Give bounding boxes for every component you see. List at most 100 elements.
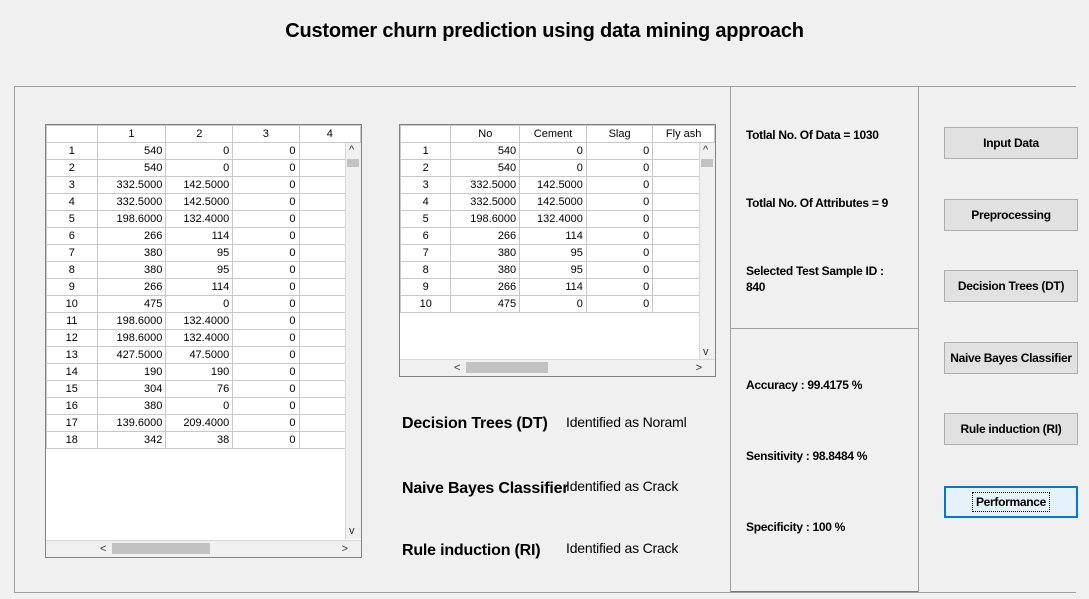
column-header[interactable]: 4: [298, 125, 361, 143]
column-header[interactable]: Cement: [519, 125, 587, 143]
table-cell[interactable]: 0: [232, 278, 300, 296]
row-header[interactable]: 18: [46, 431, 98, 449]
scroll-up-icon[interactable]: ^: [349, 144, 354, 156]
row-header[interactable]: 9: [46, 278, 98, 296]
row-header[interactable]: 9: [400, 278, 452, 296]
table-cell[interactable]: 190: [96, 363, 167, 381]
row-header[interactable]: 7: [400, 244, 452, 262]
table-row[interactable]: 11198.6000132.400001!: [46, 312, 361, 330]
table-cell[interactable]: 0: [232, 363, 300, 381]
row-header[interactable]: 6: [46, 227, 98, 245]
table-cell[interactable]: 95: [165, 261, 234, 279]
table-cell[interactable]: 0: [165, 142, 234, 160]
table-cell[interactable]: 198.6000: [96, 312, 167, 330]
table-cell[interactable]: 380: [450, 244, 521, 262]
table-cell[interactable]: 95: [519, 261, 587, 279]
table-cell[interactable]: 0: [585, 159, 654, 177]
table-row[interactable]: 153047602: [46, 380, 361, 398]
table-cell[interactable]: 266: [450, 227, 521, 245]
table-cell[interactable]: 0: [232, 193, 300, 211]
table-cell[interactable]: 142.5000: [519, 193, 587, 211]
table-cell[interactable]: 0: [232, 244, 300, 262]
row-header[interactable]: 3: [46, 176, 98, 194]
table-cell[interactable]: 132.4000: [519, 210, 587, 228]
scroll-down-icon[interactable]: v: [349, 525, 355, 537]
table-row[interactable]: 2540001(: [46, 159, 361, 177]
input-data-button[interactable]: Input Data: [944, 127, 1078, 159]
row-header[interactable]: 11: [46, 312, 98, 330]
table-row[interactable]: 2540001(: [400, 159, 715, 177]
row-header[interactable]: 13: [46, 346, 98, 364]
table-cell[interactable]: 190: [165, 363, 234, 381]
column-header[interactable]: [46, 125, 98, 143]
column-header[interactable]: 3: [232, 125, 300, 143]
table-cell[interactable]: 209.4000: [165, 414, 234, 432]
scroll-thumb[interactable]: [466, 362, 548, 373]
table-cell[interactable]: 540: [450, 159, 521, 177]
table-row[interactable]: 10475002: [46, 295, 361, 313]
table-cell[interactable]: 114: [519, 227, 587, 245]
table-row[interactable]: 1419019002: [46, 363, 361, 381]
rule-induction-button[interactable]: Rule induction (RI): [944, 413, 1078, 445]
table-cell[interactable]: 0: [232, 431, 300, 449]
table-cell[interactable]: 198.6000: [96, 329, 167, 347]
row-header[interactable]: 17: [46, 414, 98, 432]
table-cell[interactable]: 0: [232, 159, 300, 177]
table-row[interactable]: 4332.5000142.500002: [400, 193, 715, 211]
table-cell[interactable]: 114: [165, 278, 234, 296]
table-row[interactable]: 13427.500047.500002: [46, 346, 361, 364]
column-header[interactable]: 1: [96, 125, 167, 143]
table-row[interactable]: 3332.5000142.500002: [400, 176, 715, 194]
table-cell[interactable]: 95: [519, 244, 587, 262]
data-table-left[interactable]: 1 2 3 4 1540001(2540001(3332.5000142.500…: [45, 124, 362, 558]
table-cell[interactable]: 342: [96, 431, 167, 449]
table-row[interactable]: 17139.6000209.400001!: [46, 414, 361, 432]
table-cell[interactable]: 540: [450, 142, 521, 160]
row-header[interactable]: 10: [400, 295, 452, 313]
table-cell[interactable]: 0: [232, 210, 300, 228]
table-cell[interactable]: 475: [450, 295, 521, 313]
table-cell[interactable]: 0: [165, 159, 234, 177]
table-cell[interactable]: 132.4000: [165, 312, 234, 330]
row-header[interactable]: 5: [400, 210, 452, 228]
table-cell[interactable]: 0: [232, 176, 300, 194]
table-cell[interactable]: 540: [96, 159, 167, 177]
table-cell[interactable]: 0: [585, 295, 654, 313]
table-row[interactable]: 16380002: [46, 397, 361, 415]
table-cell[interactable]: 427.5000: [96, 346, 167, 364]
row-header[interactable]: 16: [46, 397, 98, 415]
table-cell[interactable]: 475: [96, 295, 167, 313]
row-header[interactable]: 5: [46, 210, 98, 228]
row-header[interactable]: 8: [400, 261, 452, 279]
table-cell[interactable]: 332.5000: [96, 176, 167, 194]
table-cell[interactable]: 114: [165, 227, 234, 245]
table-cell[interactable]: 540: [96, 142, 167, 160]
row-header[interactable]: 1: [400, 142, 452, 160]
table-cell[interactable]: 0: [232, 295, 300, 313]
table-cell[interactable]: 0: [585, 244, 654, 262]
table-row[interactable]: 5198.6000132.400001!: [400, 210, 715, 228]
table-cell[interactable]: 0: [232, 414, 300, 432]
table-row[interactable]: 626611402: [46, 227, 361, 245]
table-cell[interactable]: 38: [165, 431, 234, 449]
table-cell[interactable]: 0: [232, 380, 300, 398]
table-row[interactable]: 83809502: [400, 261, 715, 279]
scroll-left-icon[interactable]: <: [454, 362, 460, 374]
table-row[interactable]: 4332.5000142.500002: [46, 193, 361, 211]
table-row[interactable]: 83809502: [46, 261, 361, 279]
scroll-left-icon[interactable]: <: [100, 543, 106, 555]
table-cell[interactable]: 0: [585, 193, 654, 211]
column-header[interactable]: [400, 125, 452, 143]
row-header[interactable]: 14: [46, 363, 98, 381]
table-cell[interactable]: 0: [232, 329, 300, 347]
performance-button[interactable]: Performance: [944, 486, 1078, 518]
row-header[interactable]: 12: [46, 329, 98, 347]
column-header[interactable]: Fly ash: [652, 125, 715, 143]
table-cell[interactable]: 0: [232, 397, 300, 415]
preprocessing-button[interactable]: Preprocessing: [944, 199, 1078, 231]
scroll-thumb[interactable]: [112, 543, 210, 554]
table-cell[interactable]: 266: [96, 278, 167, 296]
row-header[interactable]: 10: [46, 295, 98, 313]
table-cell[interactable]: 142.5000: [165, 176, 234, 194]
row-header[interactable]: 3: [400, 176, 452, 194]
